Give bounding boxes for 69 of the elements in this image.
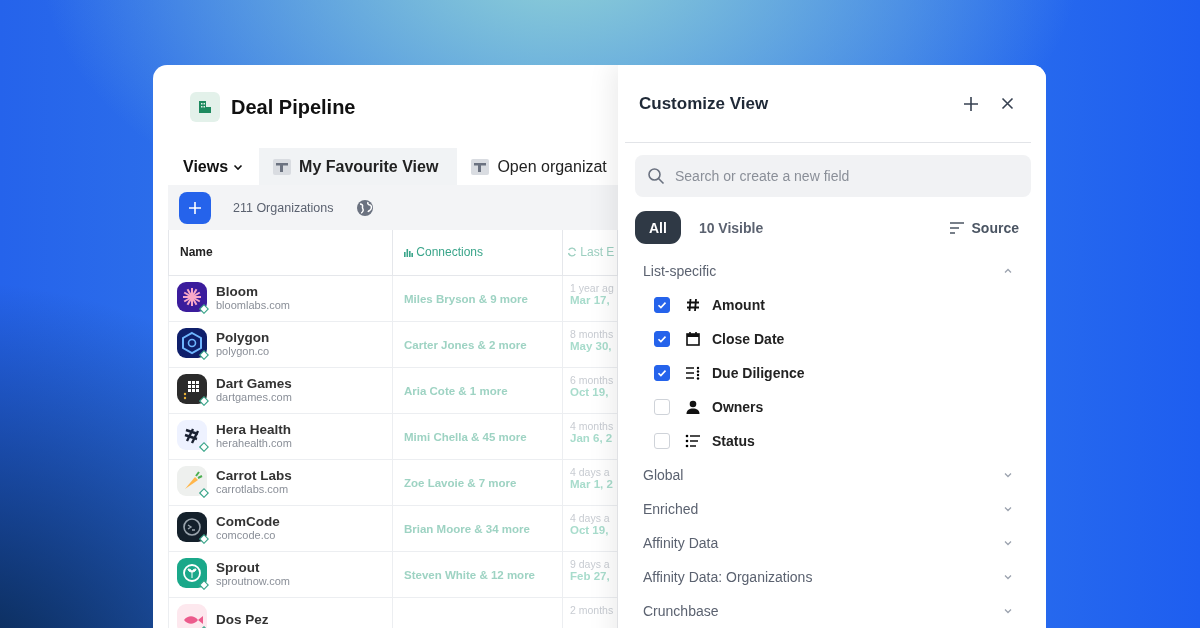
filter-pill[interactable]: 10 Visible	[684, 211, 778, 244]
chevron-down-icon	[1003, 470, 1013, 480]
chevron-down-icon	[1003, 572, 1013, 582]
organization-domain: polygon.co	[216, 345, 270, 357]
views-dropdown[interactable]: Views	[168, 148, 260, 185]
date-text: May 30,	[570, 339, 613, 352]
organization-domain: dartgames.com	[216, 391, 292, 403]
list-icon	[685, 365, 701, 381]
status-list-icon	[685, 433, 701, 449]
date-text: Feb 27,	[570, 569, 611, 582]
organization-name[interactable]: Polygon	[216, 330, 270, 345]
chevron-down-icon	[1003, 538, 1013, 548]
checkmark-icon	[656, 333, 668, 345]
organization-name[interactable]: Dos Pez	[216, 612, 269, 627]
hash-icon	[685, 297, 701, 313]
date-text: Oct 19,	[570, 523, 610, 536]
view-tab[interactable]: My Favourite View	[259, 148, 458, 185]
calendar-icon	[685, 331, 701, 347]
building-icon	[190, 92, 220, 122]
globe-icon[interactable]	[355, 198, 374, 217]
date-text: Mar 17,	[570, 293, 610, 306]
organization-count: 211 Organizations	[233, 200, 334, 215]
date-text: Mar 1, 2	[570, 477, 614, 490]
organization-domain: bloomlabs.com	[216, 299, 290, 311]
add-button[interactable]	[179, 191, 211, 224]
organization-domain: sproutnow.com	[216, 575, 290, 587]
person-icon	[685, 399, 701, 415]
organization-name[interactable]: Carrot Labs	[216, 468, 292, 483]
checkmark-icon	[656, 367, 668, 379]
section-header[interactable]: Affinity Data: Organizations	[643, 560, 1031, 594]
organization-name[interactable]: ComCode	[216, 514, 280, 529]
panel-title: Customize View	[639, 93, 770, 114]
chevron-down-icon	[1003, 504, 1013, 514]
section-header[interactable]: Affinity Data	[643, 526, 1031, 560]
section-header[interactable]: Global	[643, 458, 1031, 492]
checkbox[interactable]	[654, 331, 670, 347]
checkbox[interactable]	[654, 365, 670, 381]
field-label: Amount	[712, 297, 765, 313]
table-icon	[471, 158, 490, 175]
section-header[interactable]: Enriched	[643, 492, 1031, 526]
field-label: Due Diligence	[712, 365, 805, 381]
organization-name[interactable]: Hera Health	[216, 422, 292, 437]
sync-icon	[567, 247, 577, 258]
column-header[interactable]: Name	[168, 230, 393, 275]
search-field[interactable]: Search or create a new field	[635, 155, 1031, 197]
filter-pill[interactable]: All	[635, 211, 681, 244]
chevron-up-icon	[1003, 266, 1013, 276]
sort-icon	[949, 221, 964, 234]
date-text: Jan 6, 2	[570, 431, 614, 444]
organization-domain: herahealth.com	[216, 437, 292, 449]
field-label: Close Date	[712, 331, 785, 347]
organization-name[interactable]: Sprout	[216, 560, 290, 575]
chevron-down-icon	[1003, 606, 1013, 616]
checkmark-icon	[656, 299, 668, 311]
section-header[interactable]: List-specific	[643, 254, 1031, 288]
organization-name[interactable]: Bloom	[216, 284, 290, 299]
section-header[interactable]: Crunchbase	[643, 594, 1031, 628]
table-icon	[273, 158, 292, 175]
organization-domain: comcode.co	[216, 529, 277, 541]
organization-domain: carrotlabs.com	[216, 483, 290, 495]
sort-button[interactable]: Source	[949, 219, 1031, 236]
checkbox[interactable]	[654, 297, 670, 313]
bar-chart-icon	[404, 248, 413, 258]
page-title: Deal Pipeline	[231, 95, 356, 119]
field-label: Owners	[712, 399, 764, 415]
organization-name[interactable]: Dart Games	[216, 376, 292, 391]
plus-icon	[188, 200, 202, 215]
date-text: Oct 19,	[570, 385, 610, 398]
field-label: Status	[712, 433, 755, 449]
